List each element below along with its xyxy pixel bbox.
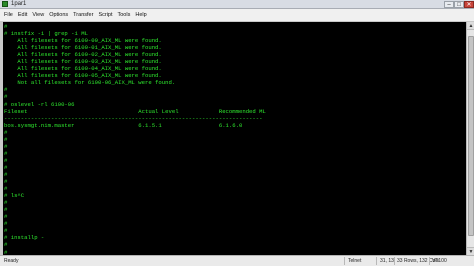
status-terminal-type: VT100	[432, 258, 447, 264]
vertical-scrollbar[interactable]: ▲ ▼	[466, 22, 474, 255]
terminal-line: # oslevel -rl 6100-06	[4, 100, 75, 108]
status-divider	[429, 257, 430, 265]
status-cursor-position: 31, 13	[380, 258, 394, 264]
terminal-line: #	[4, 86, 8, 94]
status-divider	[376, 257, 377, 265]
terminal-line: #	[4, 170, 8, 178]
menu-transfer[interactable]: Transfer	[73, 9, 93, 22]
menu-help[interactable]: Help	[135, 9, 146, 22]
terminal-line: #	[4, 135, 8, 143]
terminal-line: #	[4, 142, 8, 150]
terminal-line: #	[4, 213, 8, 221]
terminal-line: #	[4, 93, 8, 101]
menu-bar: File Edit View Options Transfer Script T…	[0, 9, 474, 22]
terminal-line: All filesets for 6100-02_AIX_ML were fou…	[4, 51, 162, 59]
terminal-line: Fileset Actual Level Recommended ML	[4, 107, 266, 115]
app-icon	[2, 1, 8, 7]
menu-script[interactable]: Script	[98, 9, 112, 22]
terminal-line: #	[4, 178, 8, 186]
status-protocol: Telnet	[348, 258, 362, 264]
status-divider	[344, 257, 345, 265]
scroll-down-arrow-icon[interactable]: ▼	[467, 247, 474, 255]
terminal-line: #	[4, 220, 8, 228]
minimize-button[interactable]: –	[444, 1, 454, 8]
terminal-line: All filesets for 6100-00_AIX_ML were fou…	[4, 37, 162, 45]
terminal-line: # instfix -i | grep -i ML	[4, 30, 88, 38]
terminal-line: #	[4, 199, 8, 207]
status-bar: Ready Telnet 31, 13 33 Rows, 132 Cols VT…	[0, 255, 474, 266]
title-bar: 1par1 – □ ✕	[0, 0, 474, 9]
terminal-line: ----------------------------------------…	[4, 114, 263, 122]
terminal-line: Not all filesets for 6100-06_AIX_ML were…	[4, 79, 176, 87]
terminal-line: #	[4, 163, 8, 171]
terminal-line: All filesets for 6100-01_AIX_ML were fou…	[4, 44, 162, 52]
terminal-line: All filesets for 6100-04_AIX_ML were fou…	[4, 65, 162, 73]
maximize-button[interactable]: □	[454, 1, 464, 8]
menu-options[interactable]: Options	[49, 9, 68, 22]
menu-view[interactable]: View	[32, 9, 44, 22]
terminal-screen[interactable]: # # instfix -i | grep -i ML All filesets …	[0, 22, 466, 256]
status-divider	[394, 257, 395, 265]
terminal-line: #	[4, 185, 8, 193]
terminal-line: #	[4, 149, 8, 157]
scroll-up-arrow-icon[interactable]: ▲	[467, 22, 474, 30]
menu-edit[interactable]: Edit	[18, 9, 27, 22]
status-ready: Ready	[4, 258, 19, 264]
terminal-line: All filesets for 6100-03_AIX_ML were fou…	[4, 58, 162, 66]
terminal-line: #	[4, 128, 8, 136]
terminal-line: bos.sysmgt.nim.master 6.1.5.1 6.1.6.0	[4, 121, 243, 129]
terminal-line: #	[4, 23, 8, 30]
terminal-line: #	[4, 206, 8, 214]
terminal-line: #	[4, 241, 8, 249]
terminal-line: # installp -	[4, 234, 45, 242]
terminal-line: # ls^C	[4, 192, 25, 200]
terminal-line: #	[4, 227, 8, 235]
terminal-line: All filesets for 6100-05_AIX_ML were fou…	[4, 72, 162, 80]
menu-file[interactable]: File	[4, 9, 13, 22]
menu-tools[interactable]: Tools	[118, 9, 131, 22]
close-button[interactable]: ✕	[464, 1, 474, 8]
scroll-thumb[interactable]	[468, 36, 474, 236]
terminal-line: #	[4, 156, 8, 164]
